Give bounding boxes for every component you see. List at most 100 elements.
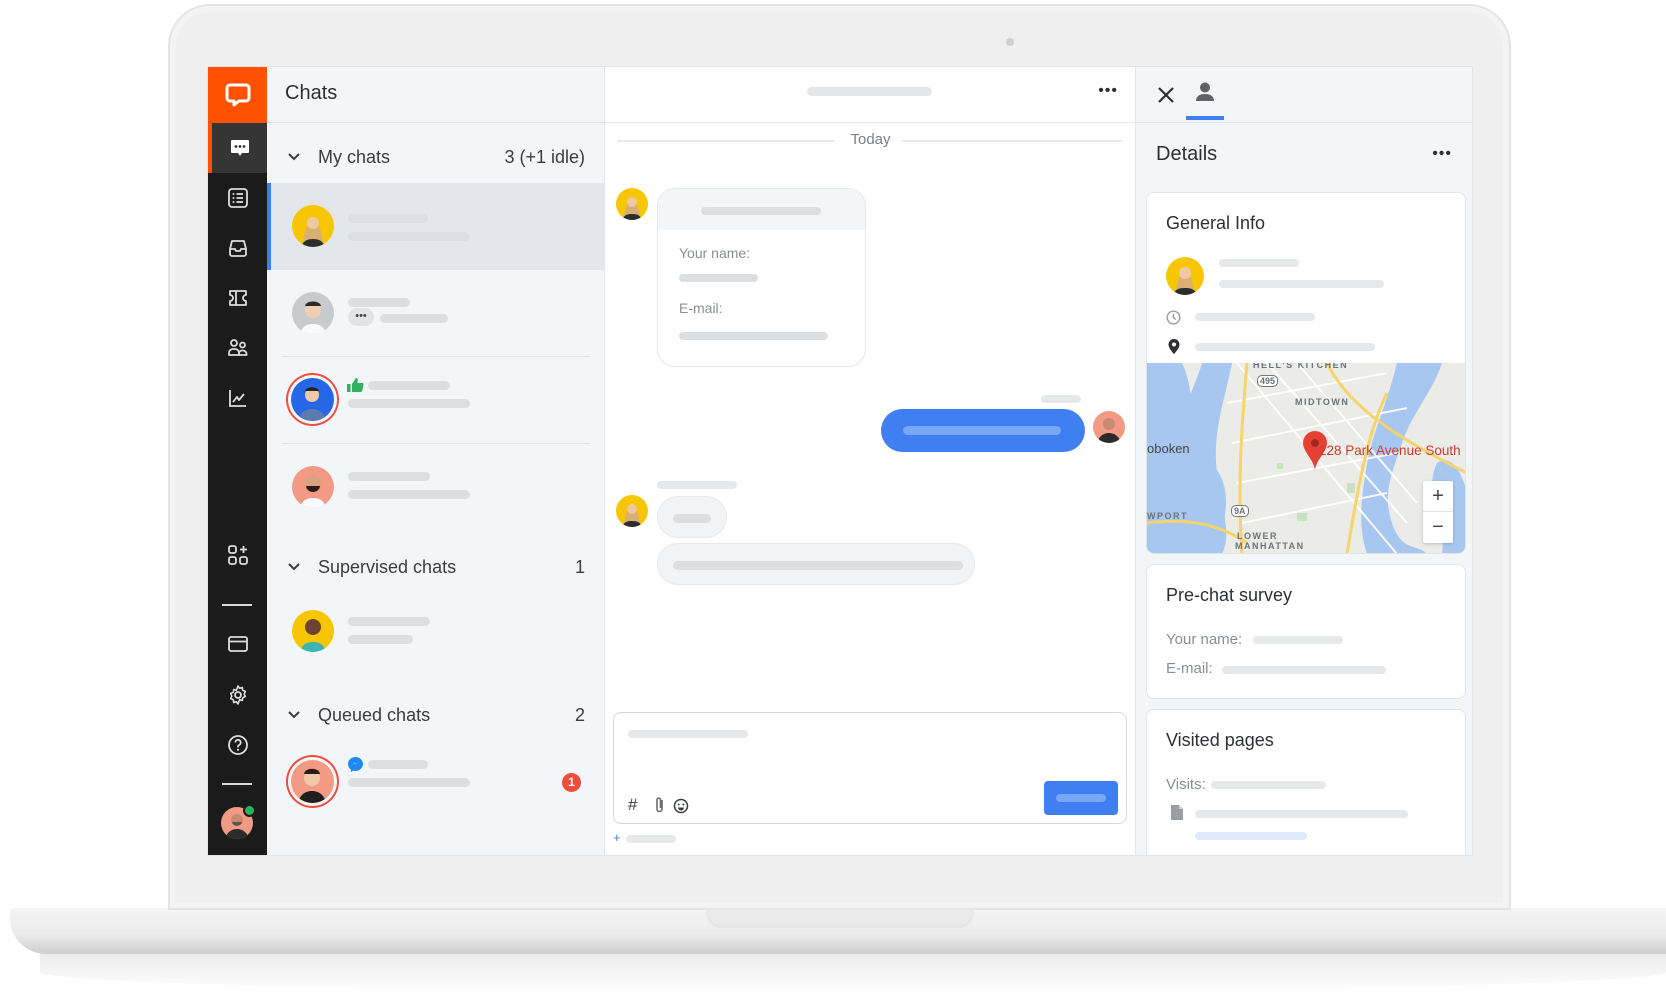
chevron-down-icon: [288, 153, 300, 161]
placeholder-line: [368, 760, 428, 769]
chevron-down-icon: [288, 563, 300, 571]
chat-list-item[interactable]: •••: [267, 270, 605, 357]
chevron-down-icon: [288, 711, 300, 719]
rail-divider: [222, 783, 252, 785]
placeholder-line: [903, 426, 1061, 435]
online-status-dot: [243, 804, 256, 817]
map-label: MANHATTAN: [1235, 541, 1305, 551]
card-icon: [227, 636, 248, 652]
send-button[interactable]: [1044, 781, 1118, 815]
people-icon: [227, 339, 247, 356]
card-title: General Info: [1166, 213, 1266, 233]
emoji-icon[interactable]: [673, 798, 689, 814]
hashtag-icon[interactable]: #: [628, 795, 637, 815]
map-label: oboken: [1147, 441, 1190, 456]
rail-item-apps[interactable]: [208, 530, 267, 580]
avatar-image: [1173, 267, 1197, 295]
divider-line: [902, 140, 1122, 142]
agent-message-bubble: [881, 409, 1085, 452]
ticket-icon: [228, 290, 247, 306]
active-tab-indicator: [1186, 116, 1224, 120]
placeholder-line: [348, 635, 413, 644]
details-more-button[interactable]: •••: [1432, 145, 1452, 163]
section-label: Supervised chats: [318, 557, 457, 577]
avatar: [292, 292, 334, 334]
placeholder-line: [673, 561, 963, 570]
message-composer[interactable]: #: [613, 712, 1127, 824]
add-button[interactable]: +: [613, 830, 621, 845]
visited-pages-card: Visited pages Visits:: [1146, 709, 1466, 855]
avatar: [292, 205, 334, 247]
chat-list-item[interactable]: [267, 357, 605, 444]
tab-customer-details[interactable]: [1186, 67, 1224, 123]
section-count: 2: [574, 705, 585, 725]
placeholder-line: [368, 381, 450, 390]
typing-indicator: •••: [348, 308, 374, 326]
paperclip-icon[interactable]: [654, 796, 666, 814]
placeholder-line: [1219, 280, 1384, 288]
rail-item-customers[interactable]: [208, 323, 267, 373]
details-title: Details: [1156, 143, 1218, 165]
close-icon[interactable]: [1156, 85, 1176, 105]
map-zoom-in-button[interactable]: +: [1423, 481, 1453, 512]
placeholder-line: [348, 232, 470, 241]
section-supervised-chats[interactable]: Supervised chats 1: [267, 549, 605, 589]
location-map[interactable]: HELL'S KITCHEN MIDTOWN oboken WPORT LOWE…: [1147, 363, 1465, 553]
avatar: [292, 466, 334, 508]
rail-item-help[interactable]: [208, 720, 267, 770]
placeholder-line: [348, 298, 410, 307]
placeholder-line: [679, 332, 828, 340]
agent-avatar: [1093, 411, 1125, 443]
map-label: MIDTOWN: [1295, 397, 1350, 407]
avatar-image: [1097, 418, 1121, 443]
placeholder-line: [1195, 343, 1375, 351]
chat-list-item[interactable]: [267, 444, 605, 531]
rail-item-billing[interactable]: [208, 619, 267, 669]
section-count: 1: [574, 557, 585, 577]
name-placeholder: [657, 481, 737, 489]
chat-list-item[interactable]: [267, 594, 605, 681]
rail-item-inbox[interactable]: [208, 223, 267, 273]
rail-item-chats[interactable]: [208, 123, 267, 173]
more-options-button[interactable]: •••: [1098, 82, 1118, 100]
section-my-chats[interactable]: My chats 3 (+1 idle): [267, 139, 605, 179]
chat-list-item[interactable]: 1: [267, 739, 605, 826]
placeholder-line: [1253, 636, 1343, 644]
placeholder-line: [1211, 781, 1326, 789]
map-label: LOWER: [1237, 531, 1278, 541]
livechat-logo[interactable]: [208, 67, 267, 123]
placeholder-line: [679, 274, 758, 282]
composer-placeholder: [628, 730, 748, 738]
logo-icon: [225, 83, 250, 107]
placeholder-line: [673, 514, 711, 523]
chat-list-item[interactable]: [267, 183, 605, 270]
location-pin-icon: [1168, 339, 1180, 354]
rail-item-tickets[interactable]: [208, 273, 267, 323]
avatar-image: [300, 301, 326, 334]
nav-rail: [208, 67, 267, 855]
avatar-image: [300, 619, 326, 652]
highway-shield: 9A: [1231, 505, 1249, 517]
person-icon: [1196, 82, 1214, 101]
placeholder-line: [348, 778, 470, 787]
pre-chat-survey-card: Pre-chat survey Your name: E-mail:: [1146, 564, 1466, 699]
map-zoom-control: + −: [1423, 481, 1453, 543]
rail-item-archives[interactable]: [208, 173, 267, 223]
placeholder-line: [626, 835, 676, 843]
map-address-label: 228 Park Avenue South: [1319, 443, 1461, 458]
placeholder-line: [1222, 666, 1386, 674]
avatar-image: [622, 504, 642, 527]
card-title: Visited pages: [1166, 730, 1274, 750]
placeholder-line: [701, 207, 821, 215]
date-divider: Today: [605, 129, 1136, 153]
link-placeholder[interactable]: [1195, 832, 1307, 840]
rail-item-settings[interactable]: [208, 670, 267, 720]
rail-item-reports[interactable]: [208, 373, 267, 423]
map-label: HELL'S KITCHEN: [1253, 363, 1349, 370]
avatar-image: [622, 197, 642, 220]
customer-avatar: [1166, 257, 1204, 295]
avatar-image: [300, 475, 326, 508]
section-queued-chats[interactable]: Queued chats 2: [267, 697, 605, 737]
details-panel: Details ••• General Info HELL'S KITCHEN …: [1136, 67, 1472, 855]
map-zoom-out-button[interactable]: −: [1423, 512, 1453, 543]
